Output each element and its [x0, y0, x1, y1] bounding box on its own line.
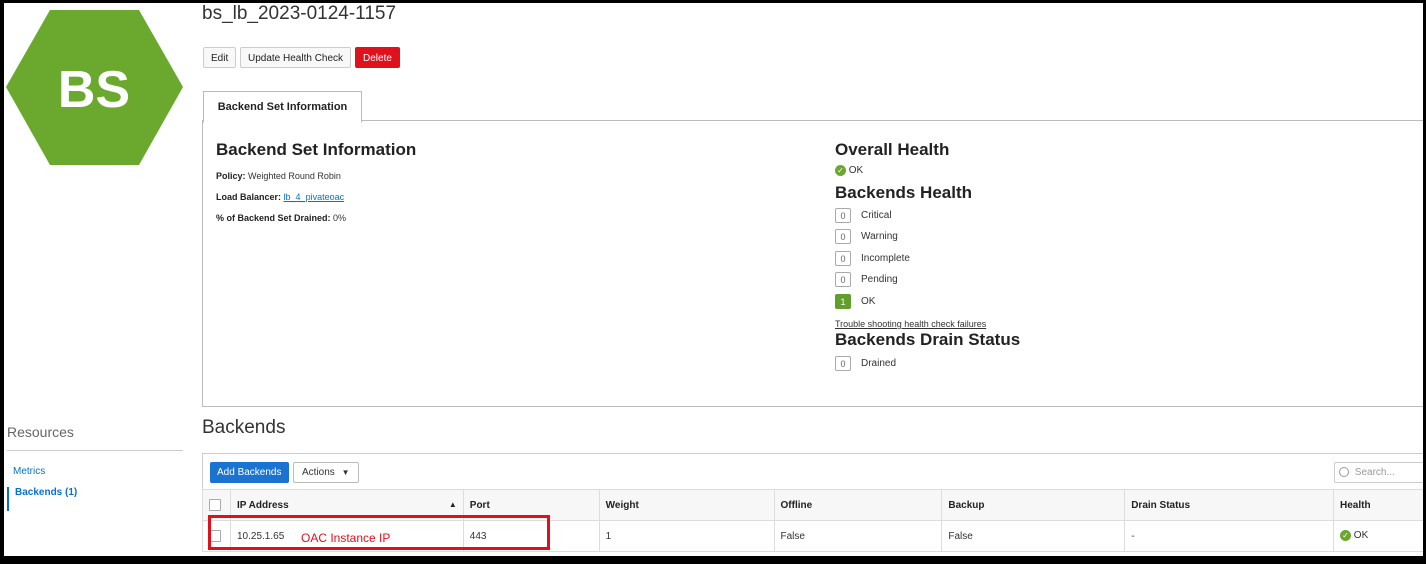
load-balancer-link[interactable]: lb_4_pivateoac: [284, 192, 345, 202]
page-title: bs_lb_2023-0124-1157: [202, 3, 397, 24]
cell-health: ✓ OK: [1333, 520, 1423, 552]
search-input[interactable]: Search...: [1334, 462, 1423, 483]
cell-drain: -: [1124, 520, 1335, 552]
page-canvas: BS bs_lb_2023-0124-1157 Edit Update Heal…: [4, 3, 1423, 556]
resources-item-metrics[interactable]: Metrics: [7, 466, 45, 477]
check-circle-icon: ✓: [835, 165, 846, 176]
overall-health-status: ✓ OK: [835, 165, 863, 176]
column-header-drain-status[interactable]: Drain Status: [1124, 489, 1335, 521]
edit-button[interactable]: Edit: [203, 47, 237, 68]
column-header-backup[interactable]: Backup: [941, 489, 1126, 521]
count-box: 0: [835, 251, 851, 266]
count-box: 0: [835, 356, 851, 371]
update-health-check-button[interactable]: Update Health Check: [240, 47, 352, 68]
resources-heading: Resources: [7, 424, 74, 440]
overall-health-text: OK: [848, 165, 864, 177]
check-circle-icon: ✓: [1340, 530, 1352, 542]
backends-health-heading: Backends Health: [835, 183, 972, 202]
info-panel: Backend Set Information Policy: Weighted…: [202, 120, 1423, 407]
add-backends-button[interactable]: Add Backends: [210, 462, 289, 483]
search-placeholder: Search...: [1354, 467, 1395, 478]
annotation-label: OAC Instance IP: [301, 531, 391, 545]
select-all-checkbox[interactable]: [209, 499, 221, 511]
health-label: Critical: [861, 210, 892, 221]
health-label: Warning: [861, 231, 898, 242]
health-label: OK: [861, 296, 876, 307]
cell-weight: 1: [598, 520, 775, 552]
cell-health-text: OK: [1353, 530, 1369, 542]
load-balancer-row: Load Balancer: lb_4_pivateoac: [216, 192, 344, 202]
resources-divider: [7, 450, 183, 451]
cell-offline: False: [773, 520, 943, 552]
actions-label: Actions: [302, 467, 335, 478]
backend-set-logo: BS: [6, 10, 183, 165]
delete-button[interactable]: Delete: [355, 47, 400, 68]
drain-label: Drained: [861, 358, 897, 369]
load-balancer-label: Load Balancer:: [216, 192, 282, 202]
search-icon: [1339, 467, 1349, 478]
column-header-weight[interactable]: Weight: [598, 489, 775, 521]
overall-health-heading: Overall Health: [835, 140, 950, 159]
drain-status-heading: Backends Drain Status: [835, 330, 1021, 349]
sort-asc-icon: ▲: [448, 499, 457, 509]
troubleshoot-link[interactable]: Trouble shooting health check failures: [835, 319, 986, 329]
drained-value: 0%: [333, 213, 347, 223]
backends-heading: Backends: [202, 417, 286, 438]
count-box: 0: [835, 272, 851, 287]
drained-row: % of Backend Set Drained: 0%: [216, 213, 346, 223]
policy-label: Policy:: [216, 171, 246, 181]
column-header-offline[interactable]: Offline: [773, 489, 943, 521]
health-label: Incomplete: [861, 253, 910, 264]
policy-row: Policy: Weighted Round Robin: [216, 171, 341, 181]
resources-item-backends[interactable]: Backends (1): [7, 487, 77, 511]
caret-down-icon: ▼: [341, 468, 350, 477]
count-box: 0: [835, 208, 851, 223]
actions-dropdown[interactable]: Actions ▼: [293, 462, 359, 483]
drained-label: % of Backend Set Drained:: [216, 213, 331, 223]
tab-backend-set-information[interactable]: Backend Set Information: [203, 91, 362, 123]
column-header-health[interactable]: Health: [1333, 489, 1423, 521]
count-box: 0: [835, 229, 851, 244]
cell-backup: False: [941, 520, 1126, 552]
health-label: Pending: [861, 274, 898, 285]
count-box: 1: [835, 294, 851, 309]
policy-value: Weighted Round Robin: [248, 171, 341, 181]
info-heading: Backend Set Information: [216, 140, 417, 159]
logo-text: BS: [58, 61, 130, 119]
backends-toolbar: Add Backends Actions ▼ Search...: [202, 453, 1423, 489]
